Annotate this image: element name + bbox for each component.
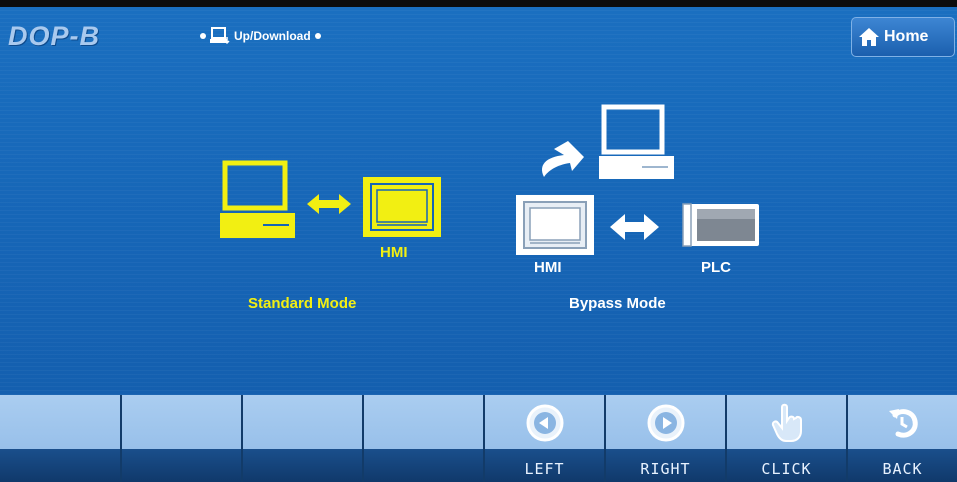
- page-title: Up/Download: [200, 26, 321, 46]
- hmi-screen: DOP-B Up/Download Home HMI Standard Mode…: [0, 0, 957, 482]
- double-arrow-icon: [307, 194, 351, 214]
- left-arrow-circle-icon: [526, 404, 563, 442]
- home-label: Home: [884, 28, 929, 45]
- pc-icon: [220, 160, 295, 238]
- bypass-hmi-label: HMI: [534, 259, 562, 276]
- brand-logo: DOP-B: [8, 21, 100, 51]
- bypass-mode-option[interactable]: HMI PLC Bypass Mode: [510, 99, 775, 321]
- right-arrow-circle-icon: [647, 404, 684, 442]
- click-button[interactable]: CLICK: [727, 395, 848, 482]
- hmi-icon: [363, 177, 441, 237]
- standard-hmi-label: HMI: [380, 244, 408, 261]
- back-label: BACK: [882, 460, 923, 478]
- bullet-dot-right: [314, 33, 321, 39]
- computer-download-icon: [210, 27, 230, 45]
- toolbar-button-2[interactable]: [122, 395, 243, 482]
- toolbar-button-3[interactable]: [243, 395, 364, 482]
- standard-mode-label: Standard Mode: [248, 295, 357, 312]
- right-button[interactable]: RIGHT: [606, 395, 727, 482]
- back-rotate-icon: [888, 409, 918, 438]
- click-label: CLICK: [761, 460, 812, 478]
- bottom-toolbar: LEFT RIGHT CLICK BACK: [0, 395, 957, 482]
- standard-mode-option[interactable]: HMI Standard Mode: [215, 157, 455, 322]
- curved-arrow-icon: [542, 141, 584, 177]
- hmi-icon: [516, 195, 594, 255]
- hand-pointer-icon: [771, 403, 802, 442]
- pc-icon: [599, 104, 674, 179]
- bypass-mode-diagram: [516, 104, 759, 255]
- bullet-dot-left: [200, 33, 206, 39]
- bypass-plc-label: PLC: [701, 259, 731, 276]
- plc-icon: [682, 203, 759, 247]
- section-title: Up/Download: [234, 29, 311, 43]
- back-button[interactable]: BACK: [848, 395, 957, 482]
- double-arrow-icon: [610, 214, 659, 240]
- bypass-mode-label: Bypass Mode: [569, 295, 666, 312]
- home-button[interactable]: Home: [851, 17, 955, 57]
- toolbar-button-1[interactable]: [0, 395, 122, 482]
- home-icon: [859, 28, 879, 46]
- left-button[interactable]: LEFT: [485, 395, 606, 482]
- right-label: RIGHT: [640, 460, 691, 478]
- toolbar-button-4[interactable]: [364, 395, 485, 482]
- left-label: LEFT: [524, 460, 565, 478]
